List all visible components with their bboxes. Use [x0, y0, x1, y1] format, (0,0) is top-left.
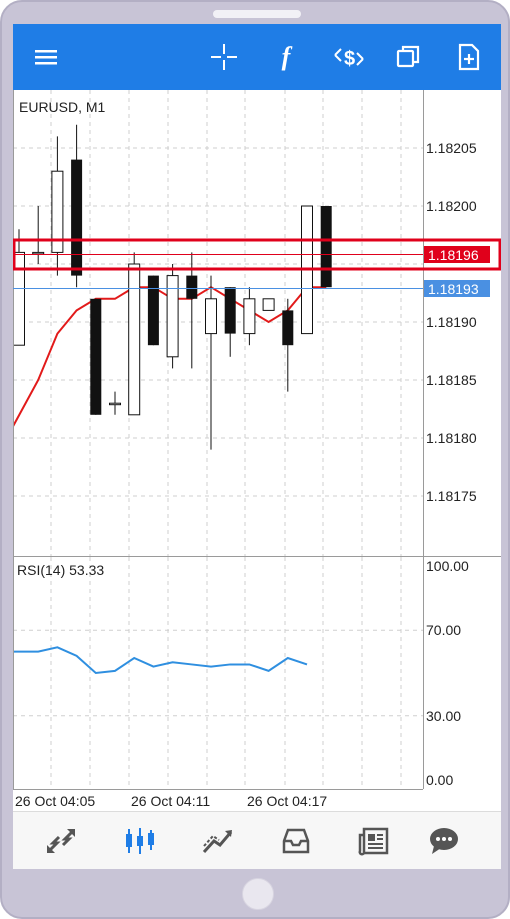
- candle: [262, 298, 275, 311]
- candle-body-bear: [71, 159, 83, 276]
- price-tick-label: 1.18200: [426, 198, 477, 214]
- new-order-icon[interactable]: [454, 42, 484, 72]
- chat-icon[interactable]: [426, 824, 462, 858]
- history-icon[interactable]: [278, 824, 314, 858]
- symbol-label: EURUSD, M1: [19, 99, 106, 115]
- quotes-icon[interactable]: [43, 824, 79, 858]
- chart-area[interactable]: 1.18205 1.18200 1.18190 1.18185 1.18180 1.181…: [13, 90, 501, 811]
- ask-price-text: 1.18193: [428, 281, 479, 297]
- device-frame: f $ 1.18205 1.18200 1.18190 1.18185 1.18…: [0, 0, 510, 919]
- app-screen: f $ 1.18205 1.18200 1.18190 1.18185 1.18…: [13, 24, 501, 869]
- windows-icon[interactable]: [393, 42, 423, 72]
- svg-text:$: $: [344, 48, 355, 70]
- candle: [147, 275, 159, 346]
- speaker-grille: [213, 10, 301, 18]
- rsi-tick-label: 0.00: [426, 772, 453, 788]
- rsi-tick-label: 70.00: [426, 622, 461, 638]
- indicators-icon[interactable]: f: [271, 42, 301, 72]
- candle-body-bull: [128, 263, 141, 416]
- candle-body-bear: [282, 310, 294, 346]
- trade-icon[interactable]: [200, 824, 236, 858]
- candle-body-bear: [186, 275, 198, 299]
- candle-body-bear: [147, 275, 159, 346]
- rsi-tick-label: 100.00: [426, 558, 469, 574]
- bottom-navigation: [13, 811, 501, 869]
- candle-body-bull: [109, 402, 121, 406]
- candle: [320, 206, 332, 288]
- price-tick-label: 1.18180: [426, 430, 477, 446]
- candle-body-bull: [243, 298, 256, 335]
- crosshair-icon[interactable]: [209, 42, 239, 72]
- time-tick-label: 26 Oct 04:11: [131, 793, 210, 809]
- rsi-label: RSI(14) 53.33: [17, 562, 104, 578]
- home-button[interactable]: [242, 878, 274, 910]
- time-tick-label: 26 Oct 04:05: [15, 793, 95, 809]
- candle: [128, 252, 141, 416]
- candle: [166, 264, 179, 369]
- price-tick-label: 1.18185: [426, 372, 477, 388]
- candle-body-bear: [320, 206, 332, 288]
- time-tick-label: 26 Oct 04:17: [247, 793, 327, 809]
- chart-icon[interactable]: [122, 824, 158, 858]
- menu-icon[interactable]: [31, 42, 61, 72]
- price-tick-label: 1.18190: [426, 314, 477, 330]
- price-tick-label: 1.18175: [426, 488, 477, 504]
- bid-price-text: 1.18196: [428, 247, 479, 263]
- candle: [90, 298, 102, 415]
- price-tick-label: 1.18205: [426, 140, 477, 156]
- candle-body-bear: [224, 287, 236, 334]
- top-toolbar: f $: [13, 24, 501, 90]
- candle-body-bull: [166, 275, 179, 358]
- news-icon[interactable]: [356, 824, 392, 858]
- objects-icon[interactable]: $: [331, 42, 367, 72]
- candle-body-bull: [262, 298, 275, 311]
- rsi-tick-label: 30.00: [426, 708, 461, 724]
- candle-body-bull: [205, 298, 217, 335]
- price-chart[interactable]: 1.18205 1.18200 1.18190 1.18185 1.18180 1.181…: [13, 90, 501, 811]
- candle-body-bull: [32, 251, 45, 255]
- candle-body-bear: [90, 298, 102, 415]
